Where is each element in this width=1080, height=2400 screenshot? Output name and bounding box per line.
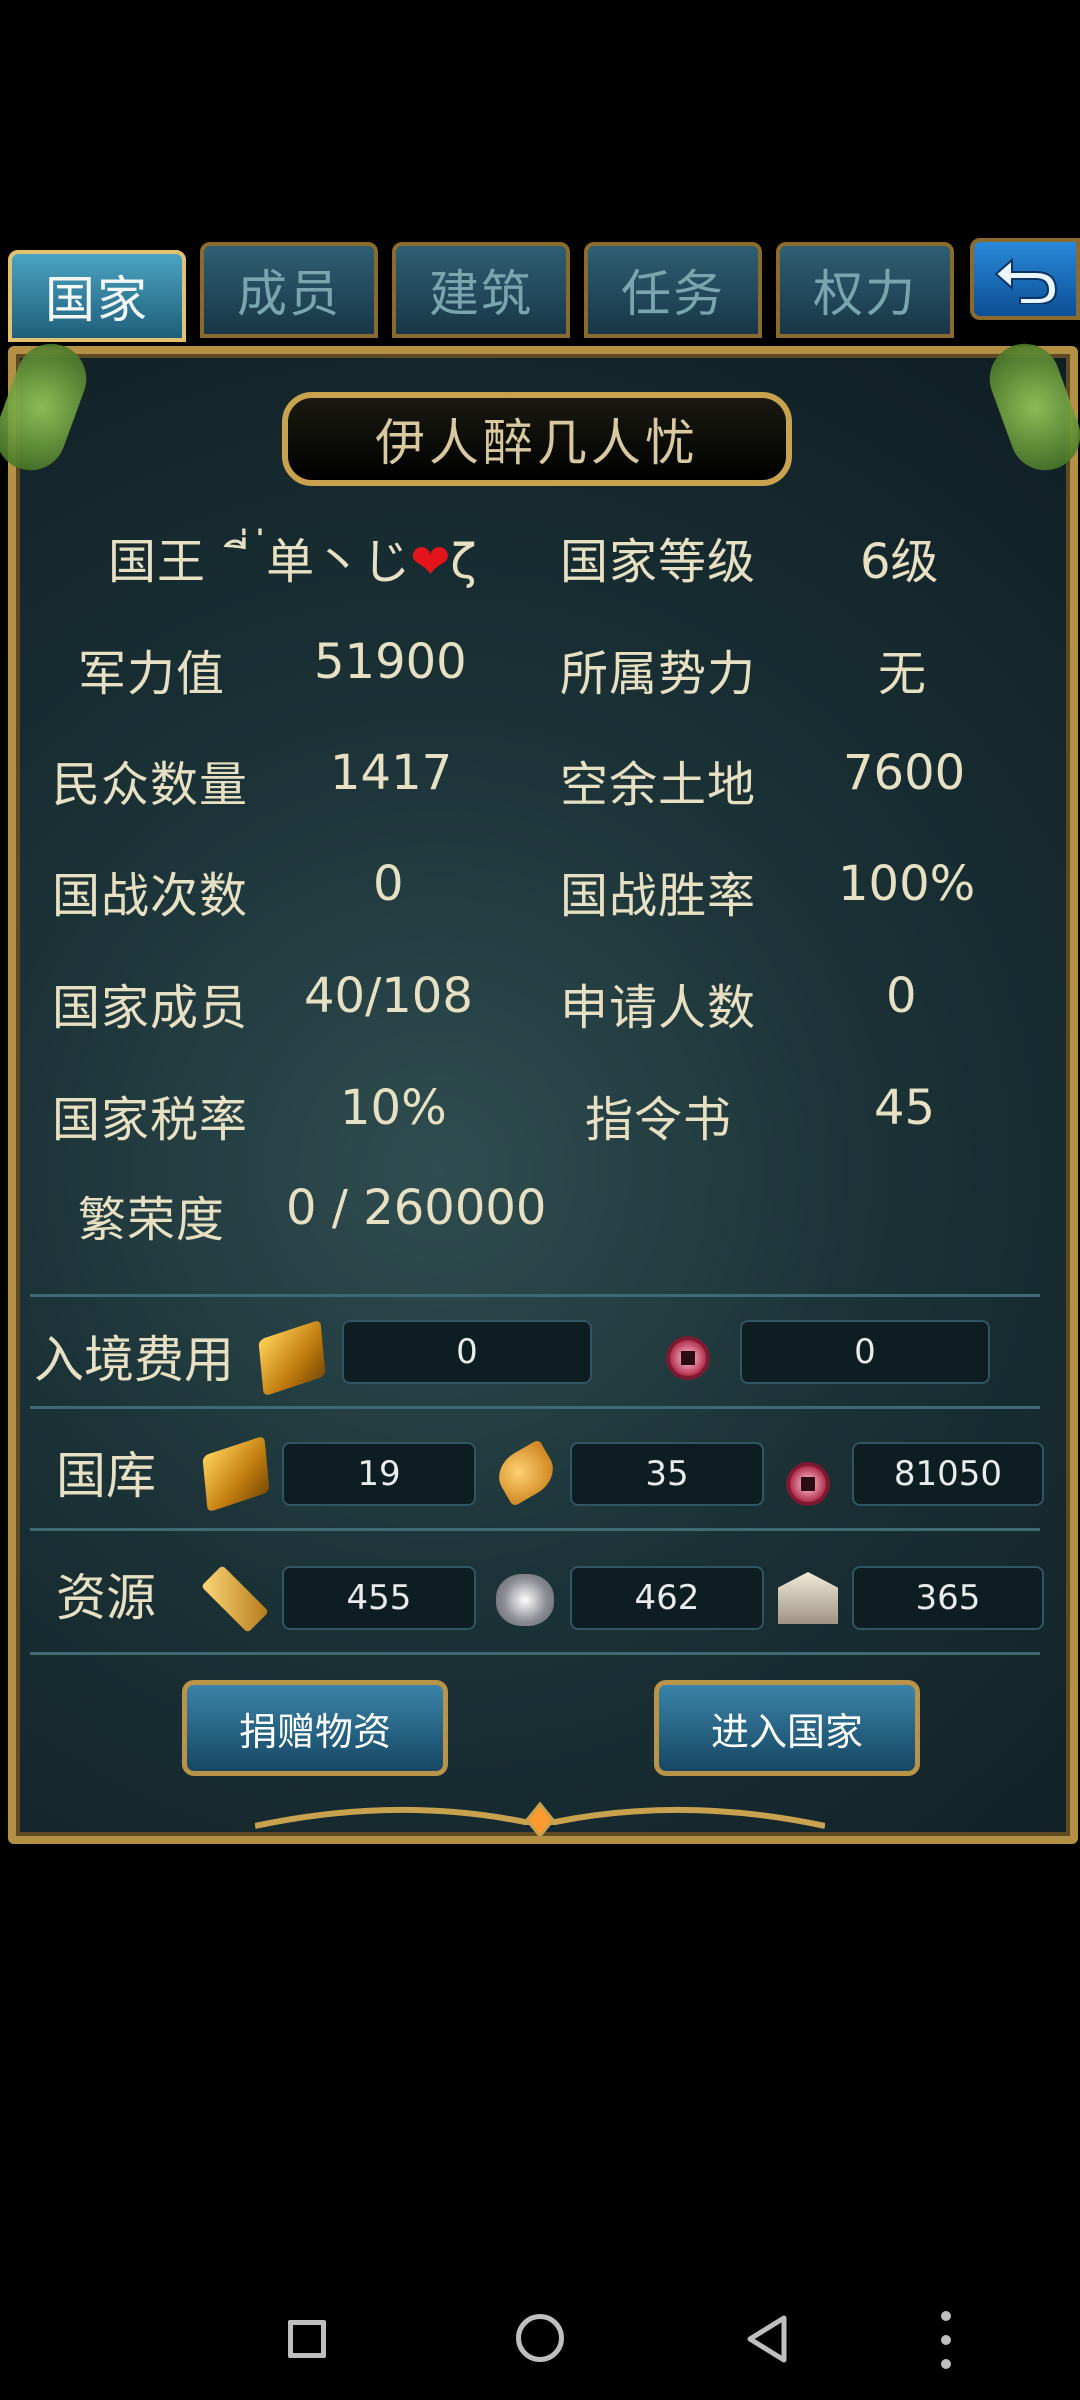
- free-land-label: 空余土地: [560, 757, 757, 813]
- ornament-decoration: [255, 1801, 825, 1836]
- country-name-plate: 伊人醉几人忧: [282, 392, 792, 486]
- resource-wood-value: 455: [282, 1566, 476, 1630]
- tab-country[interactable]: 国家: [8, 250, 186, 342]
- back-button[interactable]: [970, 238, 1080, 320]
- stone-icon: [496, 1574, 554, 1626]
- faction-value: 无: [878, 646, 927, 702]
- free-land-value: 7600: [843, 745, 966, 801]
- entry-fee-gold-input[interactable]: 0: [342, 1320, 592, 1384]
- home-icon[interactable]: [516, 2314, 564, 2362]
- prosperity-value: 0 / 260000: [286, 1180, 547, 1236]
- back-triangle-icon[interactable]: [744, 2314, 790, 2364]
- entry-fee-coin-input[interactable]: 0: [740, 1320, 990, 1384]
- applicants-label: 申请人数: [560, 980, 757, 1036]
- entry-fee-label: 入境费用: [34, 1331, 234, 1389]
- tab-power[interactable]: 权力: [776, 242, 954, 338]
- members-label: 国家成员: [52, 980, 249, 1036]
- war-winrate-value: 100%: [838, 856, 976, 912]
- members-value: 40/108: [304, 968, 473, 1024]
- king-name-part: ี่ ่单丶じ: [250, 534, 411, 590]
- tab-buildings[interactable]: 建筑: [392, 242, 570, 338]
- heart-icon: ❤: [410, 534, 451, 590]
- population-label: 民众数量: [52, 757, 249, 813]
- divider: [30, 1652, 1040, 1655]
- king-name-suffix: ζ: [450, 534, 477, 590]
- applicants-value: 0: [886, 968, 917, 1024]
- treasury-coin-value: 81050: [852, 1442, 1044, 1506]
- war-count-value: 0: [373, 856, 404, 912]
- system-navigation-bar: [0, 2270, 1080, 2400]
- treasury-leaf-value: 35: [570, 1442, 764, 1506]
- return-arrow-icon: [994, 257, 1058, 304]
- more-options-icon[interactable]: [940, 2310, 952, 2370]
- divider: [30, 1406, 1040, 1409]
- faction-label: 所属势力: [560, 646, 757, 702]
- resource-stone-value: 462: [570, 1566, 764, 1630]
- copper-coin-icon: [786, 1462, 830, 1506]
- tab-members[interactable]: 成员: [200, 242, 378, 338]
- enter-country-button[interactable]: 进入国家: [654, 1680, 920, 1776]
- divider: [30, 1294, 1040, 1297]
- king-value[interactable]: ี่ ่单丶じ❤ζ: [250, 522, 477, 600]
- treasury-gold-value: 19: [282, 1442, 476, 1506]
- population-value: 1417: [330, 745, 453, 801]
- king-label: 国王: [108, 534, 207, 590]
- military-label: 军力值: [78, 646, 226, 702]
- prosperity-label: 繁荣度: [78, 1192, 226, 1248]
- war-winrate-label: 国战胜率: [560, 868, 757, 924]
- country-level-label: 国家等级: [560, 534, 757, 590]
- tax-value: 10%: [340, 1080, 447, 1136]
- tax-label: 国家税率: [52, 1092, 249, 1148]
- country-level-value: 6级: [860, 534, 939, 590]
- donate-button[interactable]: 捐赠物资: [182, 1680, 448, 1776]
- war-count-label: 国战次数: [52, 868, 249, 924]
- orders-value: 45: [874, 1080, 936, 1136]
- copper-coin-icon: [666, 1336, 710, 1380]
- resource-iron-value: 365: [852, 1566, 1044, 1630]
- recent-apps-icon[interactable]: [288, 2320, 326, 2358]
- country-name: 伊人醉几人忧: [375, 414, 699, 472]
- resources-label: 资源: [56, 1569, 156, 1627]
- divider: [30, 1528, 1040, 1531]
- tab-bar: 国家 成员 建筑 任务 权力: [0, 228, 1080, 346]
- treasury-label: 国库: [56, 1447, 156, 1505]
- tab-tasks[interactable]: 任务: [584, 242, 762, 338]
- orders-label: 指令书: [585, 1092, 733, 1148]
- military-value: 51900: [314, 634, 467, 690]
